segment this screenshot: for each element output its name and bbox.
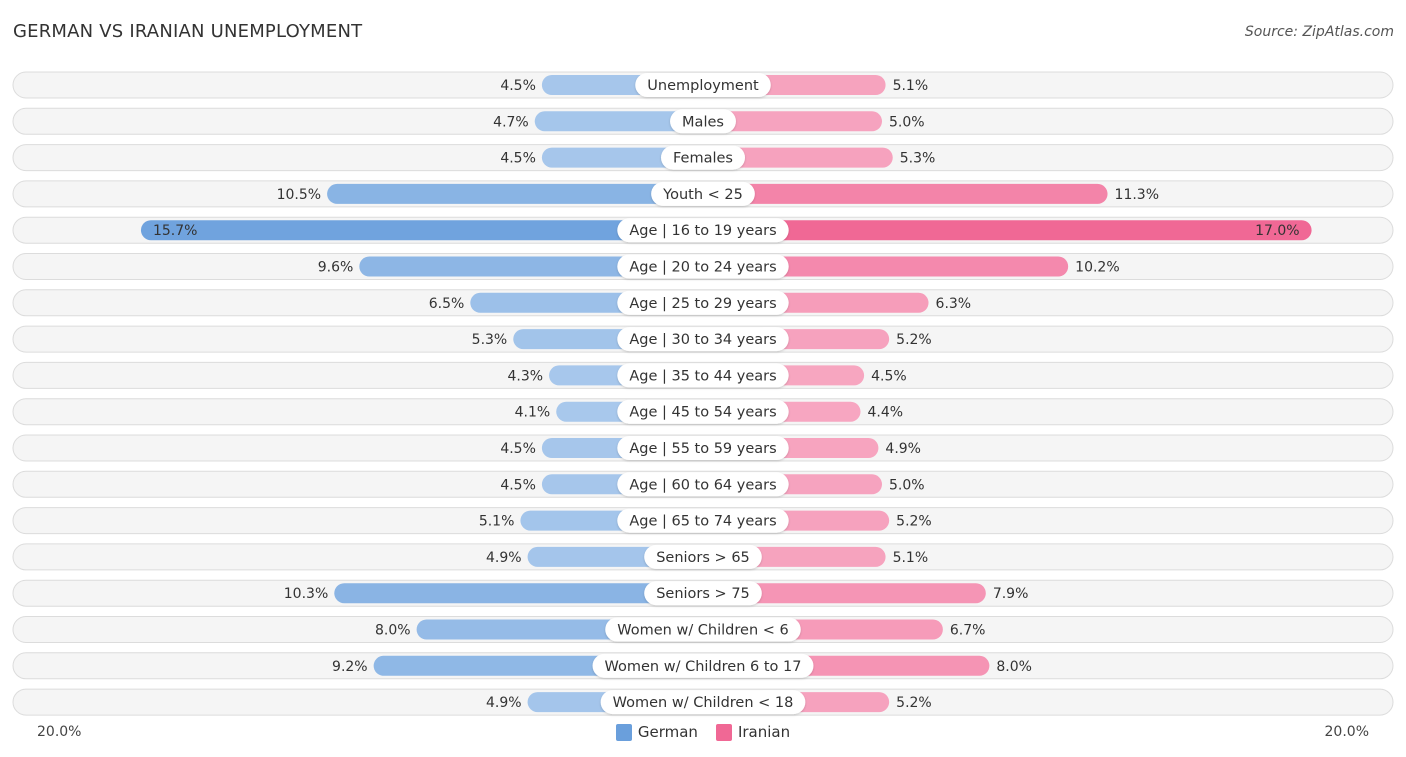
- legend-label-iranian: Iranian: [737, 723, 791, 741]
- category-label: Women w/ Children 6 to 17: [605, 659, 802, 675]
- value-label-iranian: 5.2%: [896, 332, 932, 348]
- value-label-iranian: 5.1%: [893, 550, 929, 566]
- value-label-german: 6.5%: [429, 296, 465, 312]
- value-label-iranian: 17.0%: [1255, 223, 1299, 239]
- diverging-bar-chart: 4.5% 5.1% Unemployment 4.7% 5.0% Males 4.5% 5.3…: [12, 71, 1394, 716]
- value-label-iranian: 5.0%: [889, 114, 925, 130]
- value-label-german: 4.1%: [515, 405, 551, 421]
- category-label: Age | 45 to 54 years: [629, 405, 776, 421]
- value-label-iranian: 5.0%: [889, 477, 925, 493]
- legend-item-iranian: Iranian: [715, 723, 791, 741]
- category-label: Age | 20 to 24 years: [629, 260, 776, 276]
- category-label: Males: [682, 114, 724, 130]
- value-label-german: 4.3%: [507, 368, 543, 384]
- value-label-iranian: 7.9%: [993, 586, 1029, 602]
- value-label-german: 10.5%: [277, 187, 321, 203]
- category-label: Women w/ Children < 6: [617, 623, 788, 639]
- value-label-iranian: 11.3%: [1115, 187, 1159, 203]
- value-label-iranian: 4.9%: [885, 441, 921, 457]
- value-label-german: 4.5%: [500, 78, 536, 94]
- value-label-german: 4.5%: [500, 477, 536, 493]
- category-label: Women w/ Children < 18: [613, 695, 794, 711]
- value-label-german: 4.7%: [493, 114, 529, 130]
- legend: German Iranian: [0, 723, 1406, 741]
- value-label-iranian: 4.4%: [868, 405, 904, 421]
- category-label: Age | 30 to 34 years: [629, 332, 776, 348]
- category-label: Youth < 25: [662, 187, 743, 203]
- category-label: Seniors > 65: [656, 550, 750, 566]
- value-label-german: 4.9%: [486, 550, 522, 566]
- value-label-german: 8.0%: [375, 623, 411, 639]
- value-label-german: 5.3%: [472, 332, 508, 348]
- value-label-german: 15.7%: [153, 223, 197, 239]
- legend-label-german: German: [637, 723, 698, 741]
- category-label: Seniors > 75: [656, 586, 750, 602]
- value-label-german: 9.6%: [318, 260, 354, 276]
- value-label-german: 9.2%: [332, 659, 368, 675]
- value-label-german: 10.3%: [284, 586, 328, 602]
- value-label-iranian: 6.3%: [936, 296, 972, 312]
- value-label-german: 5.1%: [479, 514, 515, 530]
- value-label-iranian: 10.2%: [1075, 260, 1119, 276]
- value-label-iranian: 8.0%: [996, 659, 1032, 675]
- bar-german: [327, 183, 703, 204]
- category-label: Unemployment: [647, 78, 759, 94]
- value-label-german: 4.5%: [500, 151, 536, 167]
- legend-swatch-german: [615, 723, 632, 741]
- legend-item-german: German: [615, 723, 698, 741]
- legend-swatch-iranian: [715, 723, 732, 741]
- bar-iranian: [703, 220, 1312, 241]
- category-label: Age | 25 to 29 years: [629, 296, 776, 312]
- value-label-iranian: 6.7%: [950, 623, 986, 639]
- value-label-iranian: 5.2%: [896, 514, 932, 530]
- value-label-iranian: 5.2%: [896, 695, 932, 711]
- category-label: Age | 65 to 74 years: [629, 514, 776, 530]
- value-label-iranian: 5.1%: [893, 78, 929, 94]
- category-label: Age | 55 to 59 years: [629, 441, 776, 457]
- value-label-german: 4.5%: [500, 441, 536, 457]
- category-label: Age | 35 to 44 years: [629, 368, 776, 384]
- value-label-iranian: 5.3%: [900, 151, 936, 167]
- value-label-iranian: 4.5%: [871, 368, 907, 384]
- category-label: Age | 60 to 64 years: [629, 477, 776, 493]
- category-label: Age | 16 to 19 years: [629, 223, 776, 239]
- bar-iranian: [703, 183, 1108, 204]
- category-label: Females: [673, 151, 733, 167]
- value-label-german: 4.9%: [486, 695, 522, 711]
